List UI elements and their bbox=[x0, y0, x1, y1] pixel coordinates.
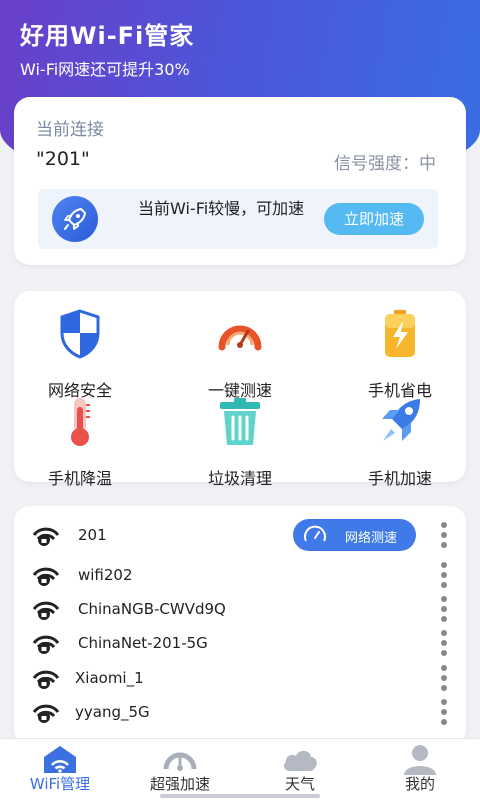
wifi-list-card: 201 网络测速 wifi202 ChinaNGB-CWVd9Q ChinaNe… bbox=[14, 506, 466, 746]
wifi-home-icon bbox=[44, 746, 76, 773]
tool-phone-cooling[interactable]: 手机降温 bbox=[20, 397, 140, 488]
wifi-locked-icon bbox=[32, 670, 60, 689]
tool-network-security[interactable]: 网络安全 bbox=[20, 309, 140, 400]
wifi-locked-icon bbox=[32, 567, 60, 586]
speed-test-label: 网络测速 bbox=[345, 531, 398, 546]
tab-label: WiFi管理 bbox=[29, 775, 91, 793]
boost-message: 当前Wi-Fi较慢，可加速 bbox=[138, 199, 305, 218]
tab-weather[interactable]: 天气 bbox=[240, 739, 360, 800]
wifi-list-item[interactable]: ChinaNet-201-5G bbox=[14, 627, 466, 661]
rocket-icon bbox=[52, 196, 98, 242]
boost-now-button[interactable]: 立即加速 bbox=[324, 203, 424, 235]
battery-icon bbox=[385, 310, 415, 357]
wifi-ssid: wifi202 bbox=[78, 566, 133, 584]
wifi-ssid: yyang_5G bbox=[75, 703, 150, 721]
shield-icon bbox=[60, 309, 100, 359]
wifi-ssid: Xiaomi_1 bbox=[75, 669, 144, 687]
network-speed-test-button[interactable]: 网络测速 bbox=[293, 519, 416, 551]
wifi-list-item[interactable]: yyang_5G bbox=[14, 696, 466, 730]
current-connection-label: 当前连接 bbox=[36, 120, 104, 140]
speedometer-icon bbox=[218, 325, 262, 351]
tools-card: 网络安全 一键测速 手机省电 手机降温 垃圾清理 手机加速 bbox=[14, 291, 466, 488]
tool-label: 手机加速 bbox=[367, 469, 432, 488]
wifi-list-item[interactable]: Xiaomi_1 bbox=[14, 662, 466, 696]
tab-wifi-management[interactable]: WiFi管理 bbox=[0, 739, 120, 800]
boost-banner: 当前Wi-Fi较慢，可加速 立即加速 bbox=[38, 189, 438, 249]
speed-gauge-icon bbox=[163, 752, 197, 771]
app-subtitle: Wi-Fi网速还可提升30% bbox=[20, 60, 190, 79]
more-options-icon[interactable] bbox=[440, 698, 448, 728]
more-options-icon[interactable] bbox=[440, 595, 448, 625]
tab-label: 超强加速 bbox=[149, 775, 210, 793]
connected-ssid: "201" bbox=[36, 148, 90, 170]
current-connection-card: 当前连接 "201" 信号强度：中 当前Wi-Fi较慢，可加速 立即加速 bbox=[14, 97, 466, 265]
tool-label: 手机降温 bbox=[47, 469, 112, 488]
more-options-icon[interactable] bbox=[440, 629, 448, 659]
tool-junk-cleaning[interactable]: 垃圾清理 bbox=[180, 397, 300, 488]
app-title: 好用Wi-Fi管家 bbox=[20, 22, 195, 50]
bottom-tab-bar: WiFi管理 超强加速 天气 我的 bbox=[0, 738, 480, 800]
speedometer-icon bbox=[304, 525, 326, 542]
more-options-icon[interactable] bbox=[440, 664, 448, 694]
wifi-ssid: ChinaNet-201-5G bbox=[78, 634, 208, 652]
cloud-icon bbox=[283, 750, 317, 771]
rocket-icon bbox=[382, 399, 420, 441]
tab-label: 天气 bbox=[284, 775, 315, 793]
wifi-ssid: ChinaNGB-CWVd9Q bbox=[78, 600, 226, 618]
user-icon bbox=[404, 745, 436, 775]
wifi-locked-icon bbox=[32, 527, 60, 546]
tab-profile[interactable]: 我的 bbox=[360, 739, 480, 800]
more-options-icon[interactable] bbox=[440, 521, 448, 551]
tab-label: 我的 bbox=[404, 775, 435, 793]
trash-icon bbox=[220, 398, 260, 445]
tool-phone-boost[interactable]: 手机加速 bbox=[340, 397, 460, 488]
more-options-icon[interactable] bbox=[440, 561, 448, 591]
signal-strength: 信号强度：中 bbox=[334, 154, 436, 174]
wifi-list-item[interactable]: wifi202 bbox=[14, 559, 466, 593]
wifi-locked-icon bbox=[32, 601, 60, 620]
tab-super-boost[interactable]: 超强加速 bbox=[120, 739, 240, 800]
wifi-list-item[interactable]: ChinaNGB-CWVd9Q bbox=[14, 593, 466, 627]
wifi-locked-icon bbox=[32, 635, 60, 654]
home-indicator bbox=[160, 794, 320, 798]
wifi-locked-icon bbox=[32, 704, 60, 723]
thermometer-icon bbox=[71, 398, 90, 446]
tool-power-saving[interactable]: 手机省电 bbox=[340, 309, 460, 400]
tool-speed-test[interactable]: 一键测速 bbox=[180, 309, 300, 400]
wifi-ssid: 201 bbox=[78, 526, 107, 544]
tool-label: 垃圾清理 bbox=[207, 469, 272, 488]
